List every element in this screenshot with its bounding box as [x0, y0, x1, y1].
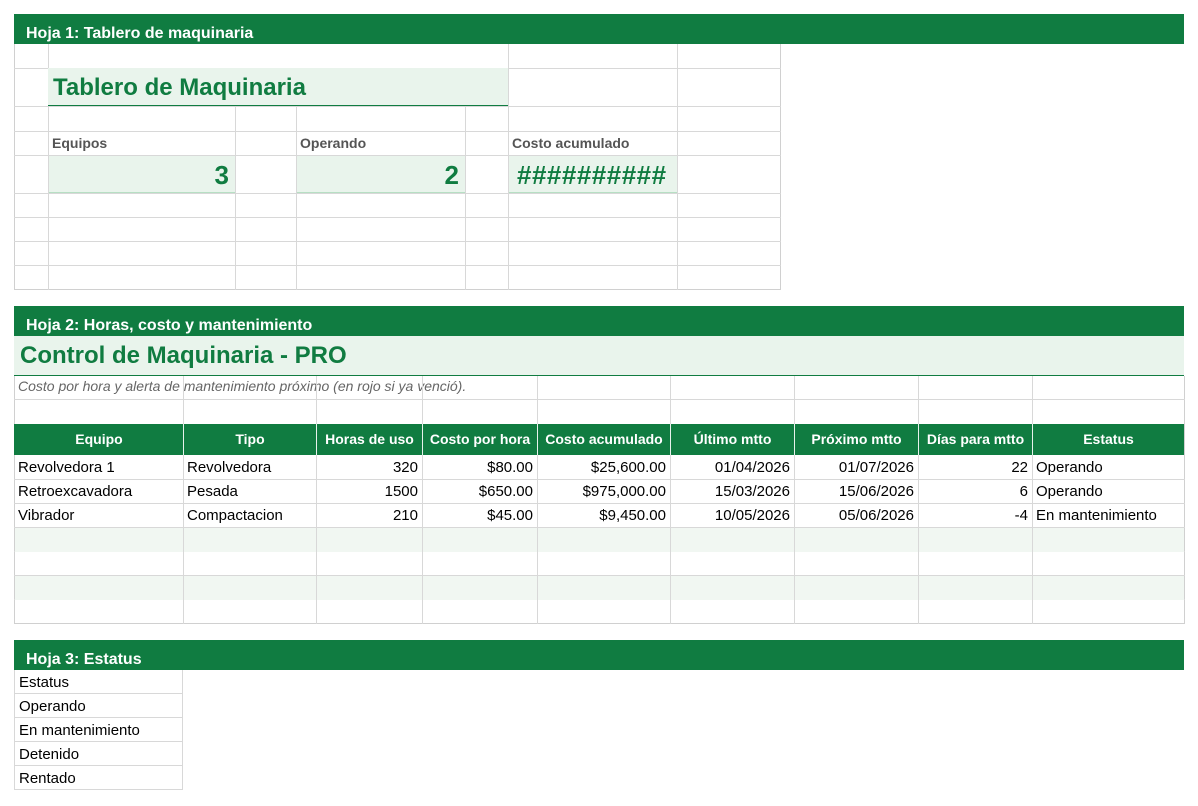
- cell-proximo-mtto[interactable]: 05/06/2026: [794, 504, 918, 528]
- gridline: [14, 106, 781, 107]
- gridline: [465, 106, 466, 290]
- cell-tipo[interactable]: Compactacion: [183, 504, 316, 528]
- header-separator: [794, 424, 795, 455]
- control-title: Control de Maquinaria - PRO: [20, 342, 347, 369]
- header-separator: [183, 424, 184, 455]
- kpi-operando-cell[interactable]: 2: [297, 156, 465, 193]
- gridline: [235, 106, 236, 290]
- column-header-ultimo-mtto[interactable]: Último mtto: [671, 424, 794, 455]
- kpi-costo-cell[interactable]: ##########: [509, 156, 677, 193]
- cell-horas[interactable]: 320: [316, 456, 422, 480]
- kpi-equipos-cell[interactable]: 3: [49, 156, 235, 193]
- kpi-label-equipos: Equipos: [52, 135, 108, 151]
- sheet1-tab-bar[interactable]: Hoja 1: Tablero de maquinaria: [14, 14, 1184, 44]
- gridline: [14, 241, 781, 242]
- column-header-equipo[interactable]: Equipo: [15, 424, 183, 455]
- list-item[interactable]: Operando: [14, 694, 183, 718]
- column-header-costo-hora[interactable]: Costo por hora: [423, 424, 537, 455]
- header-separator: [537, 424, 538, 455]
- control-subtitle: Costo por hora y alerta de mantenimiento…: [18, 378, 467, 394]
- cell-dias-mtto[interactable]: -4: [918, 504, 1032, 528]
- cell-equipo[interactable]: Revolvedora 1: [14, 456, 183, 480]
- column-header-dias-mtto[interactable]: Días para mtto: [919, 424, 1032, 455]
- empty-row-band: [15, 576, 1184, 600]
- kpi-costo-value: ##########: [517, 160, 667, 190]
- cell-ultimo-mtto[interactable]: 01/04/2026: [670, 456, 794, 480]
- cell-costo-hora[interactable]: $650.00: [422, 480, 537, 504]
- kpi-label-operando: Operando: [300, 135, 367, 151]
- cell-horas[interactable]: 1500: [316, 480, 422, 504]
- kpi-label-costo-acumulado: Costo acumulado: [512, 135, 630, 151]
- column-header-horas[interactable]: Horas de uso: [317, 424, 422, 455]
- cell-tipo[interactable]: Pesada: [183, 480, 316, 504]
- cell-proximo-mtto[interactable]: 15/06/2026: [794, 480, 918, 504]
- cell-estatus[interactable]: Operando: [1032, 480, 1184, 504]
- cell-dias-mtto[interactable]: 22: [918, 456, 1032, 480]
- gridline: [14, 399, 1185, 400]
- empty-row-band: [15, 528, 1184, 552]
- header-separator: [1032, 424, 1033, 455]
- cell-costo-acumulado[interactable]: $25,600.00: [537, 456, 670, 480]
- list-item[interactable]: Detenido: [14, 742, 183, 766]
- header-separator: [316, 424, 317, 455]
- sheet2-tab-bar[interactable]: Hoja 2: Horas, costo y mantenimiento: [14, 306, 1184, 336]
- cell-costo-acumulado[interactable]: $975,000.00: [537, 480, 670, 504]
- column-header-tipo[interactable]: Tipo: [184, 424, 316, 455]
- header-separator: [670, 424, 671, 455]
- gridline: [14, 217, 781, 218]
- list-item[interactable]: En mantenimiento: [14, 718, 183, 742]
- cell-ultimo-mtto[interactable]: 10/05/2026: [670, 504, 794, 528]
- header-separator: [422, 424, 423, 455]
- cell-ultimo-mtto[interactable]: 15/03/2026: [670, 480, 794, 504]
- sheet3-tab-bar[interactable]: Hoja 3: Estatus: [14, 640, 1184, 670]
- column-header-costo-acumulado[interactable]: Costo acumulado: [538, 424, 670, 455]
- gridline: [14, 265, 781, 266]
- dashboard-title: Tablero de Maquinaria: [53, 74, 306, 101]
- column-header-proximo-mtto[interactable]: Próximo mtto: [795, 424, 918, 455]
- gridline: [677, 44, 678, 290]
- cell-proximo-mtto[interactable]: 01/07/2026: [794, 456, 918, 480]
- header-separator: [918, 424, 919, 455]
- status-list: Estatus Operando En mantenimiento Deteni…: [14, 670, 183, 790]
- cell-horas[interactable]: 210: [316, 504, 422, 528]
- kpi-equipos-value: 3: [214, 160, 229, 190]
- cell-equipo[interactable]: Retroexcavadora: [14, 480, 183, 504]
- list-item[interactable]: Rentado: [14, 766, 183, 790]
- cell-costo-acumulado[interactable]: $9,450.00: [537, 504, 670, 528]
- cell-costo-hora[interactable]: $80.00: [422, 456, 537, 480]
- kpi-operando-value: 2: [444, 160, 459, 190]
- cell-tipo[interactable]: Revolvedora: [183, 456, 316, 480]
- cell-costo-hora[interactable]: $45.00: [422, 504, 537, 528]
- cell-dias-mtto[interactable]: 6: [918, 480, 1032, 504]
- cell-equipo[interactable]: Vibrador: [14, 504, 183, 528]
- cell-estatus[interactable]: En mantenimiento: [1032, 504, 1184, 528]
- list-item[interactable]: Estatus: [14, 670, 183, 694]
- gridline: [14, 131, 781, 132]
- cell-estatus[interactable]: Operando: [1032, 456, 1184, 480]
- column-header-estatus[interactable]: Estatus: [1033, 424, 1184, 455]
- gridline: [296, 106, 297, 290]
